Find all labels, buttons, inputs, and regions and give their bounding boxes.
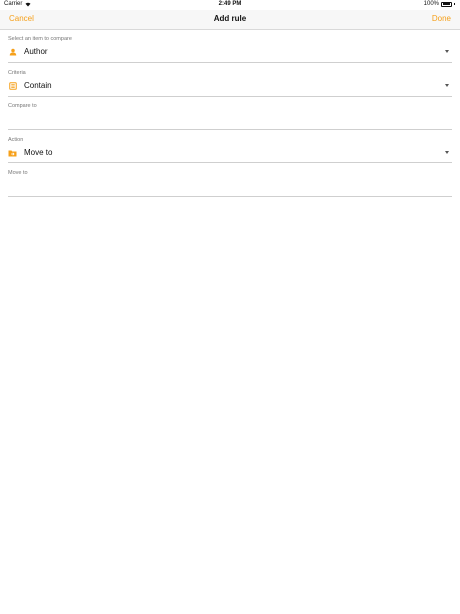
battery-percentage: 100%: [423, 1, 439, 7]
person-icon: [8, 47, 17, 56]
criteria-label: Criteria: [8, 70, 26, 76]
dropdown-arrow-icon: [445, 151, 449, 154]
dropdown-arrow-icon: [445, 50, 449, 53]
compare-item-select[interactable]: Author: [8, 47, 452, 56]
move-to-field: Move to: [8, 170, 452, 197]
action-select[interactable]: Move to: [8, 148, 452, 157]
navigation-bar: Cancel Add rule Done: [0, 10, 460, 30]
page-title: Add rule: [213, 14, 247, 23]
compare-item-value: Author: [24, 47, 48, 56]
action-field: Action Move to: [8, 137, 452, 163]
list-icon: [8, 81, 17, 90]
compare-item-label: Select an item to compare: [8, 36, 72, 42]
battery-indicator: 100%: [424, 1, 455, 7]
action-label: Action: [8, 137, 24, 143]
move-to-label: Move to: [8, 170, 28, 176]
status-bar: Carrier 2:49 PM 100%: [0, 0, 460, 10]
compare-item-field: Select an item to compare Author: [8, 36, 452, 63]
battery-icon: [441, 1, 452, 7]
criteria-select[interactable]: Contain: [8, 81, 452, 90]
done-button[interactable]: Done: [432, 14, 451, 23]
folder-icon: [8, 148, 17, 157]
dropdown-arrow-icon: [445, 84, 449, 87]
compare-to-field: Compare to: [8, 103, 452, 130]
action-value: Move to: [24, 148, 53, 157]
compare-to-label: Compare to: [8, 103, 37, 109]
criteria-field: Criteria Contain: [8, 70, 452, 97]
compare-to-input[interactable]: [8, 115, 452, 127]
clock: 2:49 PM: [218, 1, 242, 7]
move-to-input[interactable]: [8, 182, 452, 194]
criteria-value: Contain: [24, 81, 52, 90]
